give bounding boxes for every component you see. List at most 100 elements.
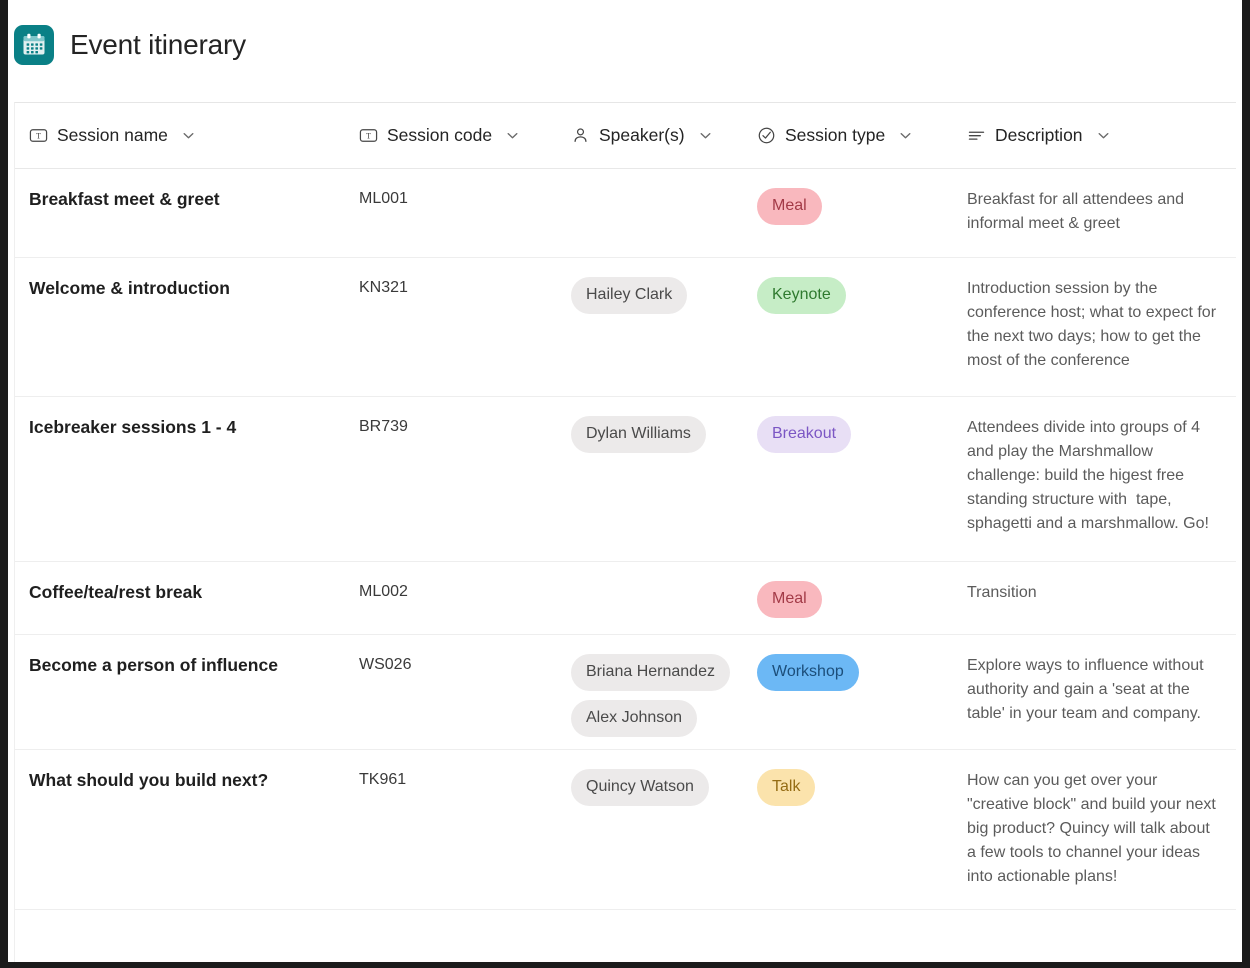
check-circle-icon	[757, 126, 776, 145]
cell-session-name[interactable]: Icebreaker sessions 1 - 4	[15, 397, 345, 561]
description-text: Breakfast for all attendees and informal…	[967, 188, 1223, 236]
speaker-pill[interactable]: Quincy Watson	[571, 769, 709, 806]
cell-session-code[interactable]: TK961	[345, 750, 557, 909]
session-type-pill[interactable]: Meal	[757, 188, 822, 225]
text-field-icon: T	[29, 126, 48, 145]
calendar-icon	[14, 25, 54, 65]
cell-session-type[interactable]: Workshop	[743, 635, 953, 749]
table-row[interactable]: Icebreaker sessions 1 - 4 BR739 Dylan Will…	[15, 397, 1236, 562]
speaker-pill[interactable]: Briana Hernandez	[571, 654, 730, 691]
cell-description[interactable]: Transition	[953, 562, 1236, 634]
chevron-down-icon[interactable]	[1097, 129, 1110, 142]
session-type-pill[interactable]: Talk	[757, 769, 815, 806]
cell-session-name[interactable]: Coffee/tea/rest break	[15, 562, 345, 634]
table-body: Breakfast meet & greet ML001 Meal Breakfast…	[15, 169, 1236, 910]
table-row[interactable]: Become a person of influence WS026 Briana …	[15, 635, 1236, 750]
window-bottom-edge	[0, 962, 1250, 968]
column-header-session-type[interactable]: Session type	[743, 103, 953, 169]
session-name-text: Icebreaker sessions 1 - 4	[29, 416, 331, 439]
svg-text:T: T	[36, 132, 41, 141]
speaker-pill[interactable]: Alex Johnson	[571, 700, 697, 737]
table-row[interactable]: Welcome & introduction KN321 Hailey Clark K…	[15, 258, 1236, 397]
column-header-speakers[interactable]: Speaker(s)	[557, 103, 743, 169]
session-type-pill[interactable]: Keynote	[757, 277, 846, 314]
cell-session-type[interactable]: Meal	[743, 562, 953, 634]
cell-session-code[interactable]: KN321	[345, 258, 557, 396]
table-row[interactable]: What should you build next? TK961 Quincy W…	[15, 750, 1236, 910]
cell-description[interactable]: Breakfast for all attendees and informal…	[953, 169, 1236, 257]
session-name-text: Breakfast meet & greet	[29, 188, 331, 211]
cell-speakers[interactable]	[557, 169, 743, 257]
session-code-text: KN321	[359, 277, 543, 297]
cell-description[interactable]: Explore ways to influence without author…	[953, 635, 1236, 749]
cell-speakers[interactable]: Dylan Williams	[557, 397, 743, 561]
column-header-session-code[interactable]: T Session code	[345, 103, 557, 169]
chevron-down-icon[interactable]	[506, 129, 519, 142]
cell-description[interactable]: Introduction session by the conference h…	[953, 258, 1236, 396]
cell-speakers[interactable]: Quincy Watson	[557, 750, 743, 909]
cell-session-code[interactable]: ML002	[345, 562, 557, 634]
cell-session-name[interactable]: Welcome & introduction	[15, 258, 345, 396]
cell-description[interactable]: How can you get over your "creative bloc…	[953, 750, 1236, 909]
cell-session-name[interactable]: Become a person of influence	[15, 635, 345, 749]
cell-speakers[interactable]	[557, 562, 743, 634]
session-type-pill[interactable]: Meal	[757, 581, 822, 618]
speaker-list: Briana Hernandez Alex Johnson	[571, 654, 729, 746]
session-code-text: WS026	[359, 654, 543, 674]
cell-session-type[interactable]: Keynote	[743, 258, 953, 396]
itinerary-table: T Session name T Session code	[14, 102, 1236, 962]
speaker-list: Dylan Williams	[571, 416, 729, 462]
window-left-edge	[0, 0, 8, 968]
window-right-edge	[1242, 0, 1250, 968]
column-header-label: Session code	[387, 125, 492, 146]
speaker-pill[interactable]: Dylan Williams	[571, 416, 706, 453]
description-text: Transition	[967, 581, 1223, 605]
description-text: Explore ways to influence without author…	[967, 654, 1223, 726]
session-name-text: What should you build next?	[29, 769, 331, 792]
cell-session-name[interactable]: Breakfast meet & greet	[15, 169, 345, 257]
description-text: Attendees divide into groups of 4 and pl…	[967, 416, 1223, 536]
session-code-text: ML002	[359, 581, 543, 601]
session-code-text: BR739	[359, 416, 543, 436]
table-row[interactable]: Coffee/tea/rest break ML002 Meal Transition	[15, 562, 1236, 635]
column-header-label: Description	[995, 125, 1083, 146]
cell-description[interactable]: Attendees divide into groups of 4 and pl…	[953, 397, 1236, 561]
cell-speakers[interactable]: Hailey Clark	[557, 258, 743, 396]
cell-session-name[interactable]: What should you build next?	[15, 750, 345, 909]
session-code-text: TK961	[359, 769, 543, 789]
speaker-list: Quincy Watson	[571, 769, 729, 815]
cell-session-code[interactable]: ML001	[345, 169, 557, 257]
chevron-down-icon[interactable]	[699, 129, 712, 142]
table-header-row: T Session name T Session code	[15, 103, 1236, 169]
speaker-list: Hailey Clark	[571, 277, 729, 323]
session-name-text: Coffee/tea/rest break	[29, 581, 331, 604]
table-row[interactable]: Breakfast meet & greet ML001 Meal Breakfast…	[15, 169, 1236, 258]
speaker-pill[interactable]: Hailey Clark	[571, 277, 687, 314]
event-itinerary-page: Event itinerary T Session name	[0, 0, 1250, 968]
description-text: How can you get over your "creative bloc…	[967, 769, 1223, 889]
column-header-session-name[interactable]: T Session name	[15, 103, 345, 169]
svg-text:T: T	[366, 132, 371, 141]
chevron-down-icon[interactable]	[899, 129, 912, 142]
description-text: Introduction session by the conference h…	[967, 277, 1223, 373]
text-field-icon: T	[359, 126, 378, 145]
cell-session-code[interactable]: BR739	[345, 397, 557, 561]
column-header-label: Speaker(s)	[599, 125, 685, 146]
session-type-pill[interactable]: Breakout	[757, 416, 851, 453]
chevron-down-icon[interactable]	[182, 129, 195, 142]
text-lines-icon	[967, 126, 986, 145]
cell-session-type[interactable]: Talk	[743, 750, 953, 909]
session-code-text: ML001	[359, 188, 543, 208]
cell-session-type[interactable]: Breakout	[743, 397, 953, 561]
column-header-description[interactable]: Description	[953, 103, 1236, 169]
session-name-text: Become a person of influence	[29, 654, 331, 677]
cell-session-type[interactable]: Meal	[743, 169, 953, 257]
cell-session-code[interactable]: WS026	[345, 635, 557, 749]
page-header: Event itinerary	[14, 14, 246, 76]
cell-speakers[interactable]: Briana Hernandez Alex Johnson	[557, 635, 743, 749]
session-name-text: Welcome & introduction	[29, 277, 331, 300]
person-icon	[571, 126, 590, 145]
column-header-label: Session type	[785, 125, 885, 146]
column-header-label: Session name	[57, 125, 168, 146]
session-type-pill[interactable]: Workshop	[757, 654, 859, 691]
